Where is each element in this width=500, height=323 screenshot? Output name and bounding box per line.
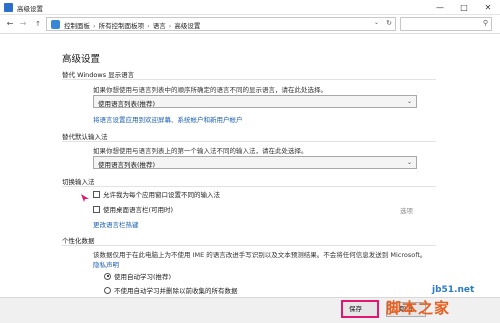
up-arrow-icon[interactable]: ↑ xyxy=(32,18,44,30)
chevron-down-icon: ⌄ xyxy=(406,98,412,105)
section-title-display-language: 替代 Windows 显示语言 xyxy=(62,71,135,79)
checkbox[interactable] xyxy=(93,190,100,198)
maximize-button[interactable]: □ xyxy=(452,0,476,15)
divider xyxy=(62,141,436,142)
breadcrumb-item[interactable]: 高级设置 xyxy=(174,20,200,30)
desktop-language-bar-checkbox-row[interactable]: 使用桌面语言栏(可用时) xyxy=(93,204,173,214)
section-title-switch-input: 切换输入法 xyxy=(62,178,95,186)
page-title: 高级设置 xyxy=(62,54,101,65)
divider xyxy=(62,245,436,246)
red-arrow-icon xyxy=(81,194,89,202)
search-input[interactable]: ⚲ xyxy=(400,17,492,31)
search-icon[interactable]: ⚲ xyxy=(483,19,488,27)
breadcrumb-item[interactable]: 控制面板 xyxy=(64,20,90,30)
settings-content: 高级设置 替代 Windows 显示语言 如果你想使用与语言列表中的顺序所确定的… xyxy=(0,35,500,297)
navigation-bar: ← → ↑ 控制面板 › 所有控制面板项 › 语言 › 高级设置 ⌄ ↻ ⚲ xyxy=(0,15,500,34)
display-language-select[interactable]: 使用语言列表(推荐) ⌄ xyxy=(93,95,417,108)
watermark-site: jb51.net xyxy=(432,285,475,295)
auto-learning-off-radio-row[interactable]: 不使用自动学习并删除以前收集的所有数据 xyxy=(104,285,238,295)
chevron-down-icon: ⌄ xyxy=(406,159,412,166)
title-bar: 高级设置 — □ ✕ xyxy=(0,0,500,15)
refresh-icon[interactable]: ↻ xyxy=(386,19,392,27)
checkbox-label: 允许我为每个应用窗口设置不同的输入法 xyxy=(103,191,220,199)
window-title: 高级设置 xyxy=(17,5,43,13)
change-hotkeys-link[interactable]: 更改语言栏热键 xyxy=(93,219,139,229)
chevron-right-icon[interactable]: › xyxy=(147,22,150,30)
app-icon xyxy=(4,3,13,12)
chevron-right-icon[interactable]: › xyxy=(93,22,96,30)
section-title-personalization: 个性化数据 xyxy=(62,237,95,245)
save-button[interactable]: 保存 xyxy=(341,300,379,318)
auto-learning-on-radio-row[interactable]: 使用自动学习(推荐) xyxy=(104,271,171,281)
radio-button[interactable] xyxy=(104,272,111,280)
close-button[interactable]: ✕ xyxy=(476,0,500,15)
checkbox-label: 使用桌面语言栏(可用时) xyxy=(103,206,174,214)
select-value: 使用语言列表(推荐) xyxy=(98,100,156,108)
minimize-button[interactable]: — xyxy=(428,0,452,15)
input-method-select[interactable]: 使用语言列表(推荐) ⌄ xyxy=(93,156,417,169)
checkbox[interactable] xyxy=(93,205,100,213)
watermark-brand: 脚本之家 xyxy=(386,299,451,317)
control-panel-icon xyxy=(51,20,60,29)
divider xyxy=(62,79,436,80)
address-bar[interactable]: 控制面板 › 所有控制面板项 › 语言 › 高级设置 ⌄ ↻ xyxy=(46,17,396,31)
privacy-statement-link[interactable]: 隐私声明 xyxy=(93,259,119,269)
forward-arrow-icon[interactable]: → xyxy=(17,18,29,30)
per-app-input-checkbox-row[interactable]: 允许我为每个应用窗口设置不同的输入法 xyxy=(93,189,220,199)
chevron-down-icon[interactable]: ⌄ xyxy=(374,19,379,26)
divider xyxy=(62,186,436,187)
radio-button[interactable] xyxy=(104,286,111,294)
section-description: 如果你想使用与语言列表中的顺序所确定的语言不同的显示语言，请在此处选择。 xyxy=(93,86,327,94)
section-description: 如果你想使用与语言列表上的第一个输入法不同的输入法，请在此处选择。 xyxy=(93,147,308,155)
radio-label: 使用自动学习(推荐) xyxy=(114,273,172,281)
select-value: 使用语言列表(推荐) xyxy=(98,161,156,169)
radio-label: 不使用自动学习并删除以前收集的所有数据 xyxy=(114,287,238,295)
section-title-input-method: 替代默认输入法 xyxy=(62,133,108,141)
section-description: 该数据仅用于在此电脑上为不使用 IME 的语言改进手写识别以及文本预测结果。不会… xyxy=(93,251,427,259)
breadcrumb: 控制面板 › 所有控制面板项 › 语言 › 高级设置 xyxy=(64,20,200,30)
breadcrumb-item[interactable]: 语言 xyxy=(153,20,166,30)
breadcrumb-item[interactable]: 所有控制面板项 xyxy=(99,20,145,30)
options-link[interactable]: 选项 xyxy=(400,205,413,215)
chevron-right-icon[interactable]: › xyxy=(169,22,172,30)
back-arrow-icon[interactable]: ← xyxy=(4,18,16,30)
apply-language-settings-link[interactable]: 将语言设置应用到欢迎屏幕、系统帐户和新用户帐户 xyxy=(93,114,243,124)
